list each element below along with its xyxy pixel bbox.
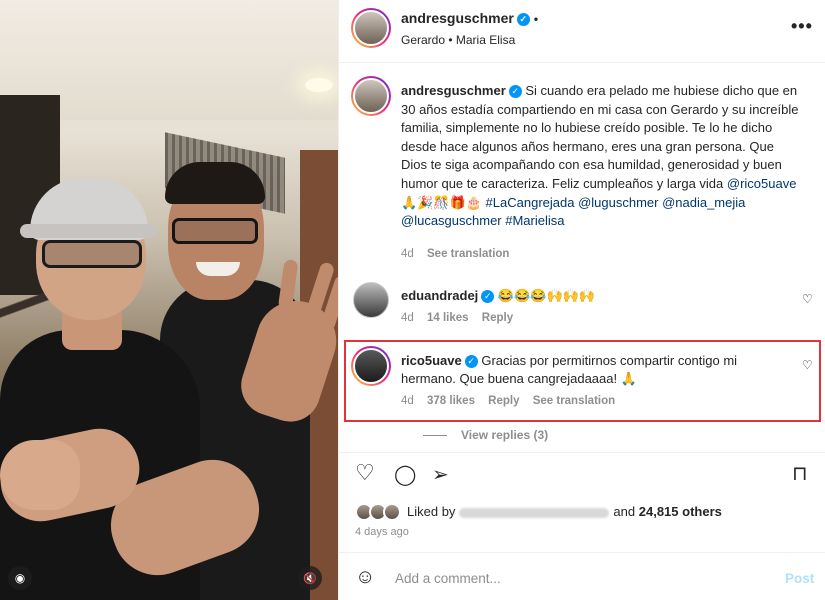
post-date: 4 days ago: [355, 526, 409, 538]
comment-username[interactable]: eduandradej: [401, 288, 478, 303]
tagged-people[interactable]: Gerardo • Maria Elisa: [401, 33, 515, 47]
comment-icon[interactable]: ◯: [394, 462, 416, 487]
person-right-glasses: [172, 218, 258, 244]
person-right-hair: [165, 162, 265, 204]
caption-author[interactable]: andresguschmer: [401, 83, 506, 98]
comment-likes[interactable]: 14 likes: [427, 312, 469, 324]
bookmark-icon[interactable]: ⊓: [792, 461, 808, 486]
comment-like-icon[interactable]: ♡: [802, 292, 813, 306]
likes-count[interactable]: 24,815 others: [639, 504, 722, 519]
comment-meta: 4d 378 likes Reply See translation: [401, 395, 615, 407]
comment-username[interactable]: rico5uave: [401, 353, 462, 368]
caption-text: andresguschmer ✓ Si cuando era pelado me …: [401, 82, 801, 231]
author-username[interactable]: andresguschmer: [401, 10, 514, 26]
comment-eduandradej: eduandradej ✓ 😂😂😂🙌🙌🙌: [401, 288, 595, 304]
media-ceiling-light: [305, 78, 333, 92]
person-left-glasses: [42, 240, 142, 268]
more-options-icon[interactable]: •••: [791, 16, 813, 37]
comment-time: 4d: [401, 312, 414, 324]
view-replies-label[interactable]: View replies (3): [461, 428, 548, 442]
comment-reply-button[interactable]: Reply: [482, 312, 513, 324]
liked-by-prefix: Liked by: [407, 504, 456, 519]
post-button[interactable]: Post: [785, 571, 814, 586]
caption-author-avatar[interactable]: [351, 76, 391, 116]
view-replies-line: [423, 435, 447, 437]
post-header-author[interactable]: andresguschmer ✓ •: [401, 10, 538, 26]
view-replies-button[interactable]: View replies (3): [423, 428, 548, 442]
like-icon[interactable]: ♡: [355, 460, 375, 486]
liker-avatar: [383, 503, 401, 521]
reel-icon[interactable]: ◉: [8, 566, 32, 590]
verified-icon: ✓: [508, 85, 522, 99]
comment-meta: 4d 14 likes Reply: [401, 312, 513, 324]
verified-icon: ✓: [516, 12, 530, 26]
comment-avatar[interactable]: [351, 346, 391, 386]
header-divider: [339, 62, 825, 63]
caption-emojis: 🙏🎉🎊🎁🎂: [401, 194, 486, 210]
person-left-pointing-hand: [0, 440, 80, 510]
comment-text: 😂😂😂🙌🙌🙌: [497, 288, 596, 303]
comments-panel: andresguschmer ✓ • Gerardo • Maria Elisa •…: [338, 0, 825, 600]
comment-see-translation[interactable]: See translation: [533, 395, 615, 407]
comment-like-icon[interactable]: ♡: [802, 358, 813, 372]
post-media[interactable]: ◉ 🔇: [0, 0, 338, 600]
share-icon[interactable]: ➢: [432, 462, 449, 487]
emoji-icon[interactable]: ☺: [355, 566, 375, 589]
composer-divider: [339, 552, 825, 553]
comment-input[interactable]: Add a comment...: [395, 571, 501, 586]
mute-icon[interactable]: 🔇: [298, 566, 322, 590]
comment-avatar[interactable]: [353, 282, 389, 318]
caption-meta: 4d See translation: [401, 248, 509, 260]
liked-by-user-blurred[interactable]: [459, 507, 610, 518]
liked-by-and: and: [613, 504, 636, 519]
verified-icon: ✓: [481, 290, 495, 304]
separator-dot: •: [533, 12, 539, 26]
caption-time: 4d: [401, 248, 414, 260]
author-avatar[interactable]: [351, 8, 391, 48]
caption-see-translation[interactable]: See translation: [427, 248, 509, 260]
comment-rico5uave: rico5uave ✓ Gracias por permitirnos compa…: [401, 352, 791, 388]
verified-icon: ✓: [464, 355, 478, 369]
caption-body: Si cuando era pelado me hubiese dicho qu…: [401, 83, 799, 191]
comment-reply-button[interactable]: Reply: [488, 395, 519, 407]
comment-time: 4d: [401, 395, 414, 407]
caption-mention[interactable]: @rico5uave: [727, 176, 797, 191]
actions-divider: [339, 452, 825, 453]
liked-by: Liked by and 24,815 others: [407, 504, 722, 519]
comment-likes[interactable]: 378 likes: [427, 395, 475, 407]
